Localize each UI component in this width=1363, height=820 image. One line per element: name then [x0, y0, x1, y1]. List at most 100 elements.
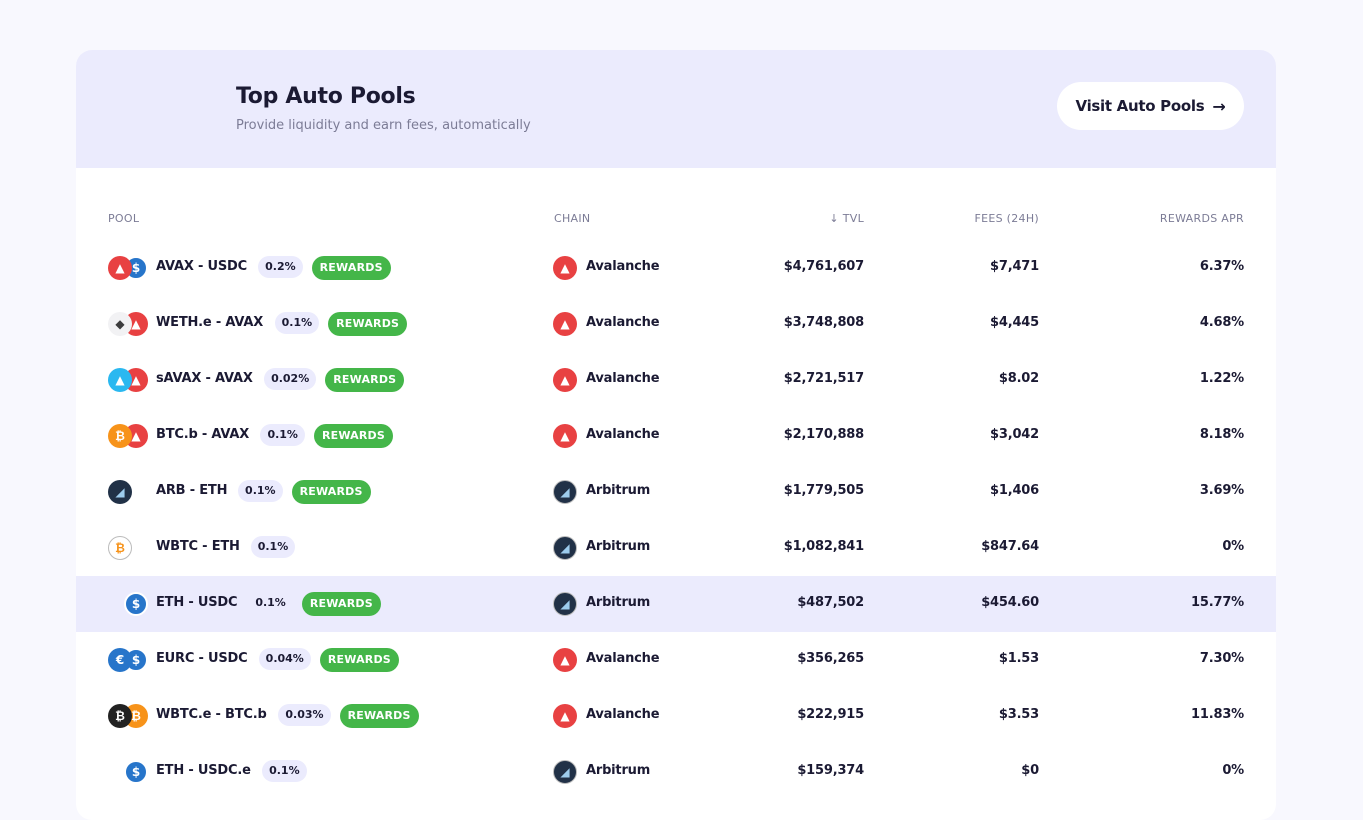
eth-icon: ◆: [108, 312, 132, 336]
wbtc-icon: ₿: [108, 536, 132, 560]
pool-pair-name: ETH - USDC: [156, 595, 238, 610]
table-row[interactable]: ₿ ▲ BTC.b - AVAX 0.1% REWARDS ▲ Avalanche $2,17…: [76, 408, 1276, 464]
rewards-apr-value: 11.83%: [1191, 707, 1244, 722]
column-header-pool[interactable]: POOL: [108, 212, 139, 225]
table-row[interactable]: $ ETH - USDC 0.1% REWARDS ◢ Arbitrum $487,502 $…: [76, 576, 1276, 632]
arbitrum-chain-icon: ◢: [553, 760, 577, 784]
table-row[interactable]: € $ EURC - USDC 0.04% REWARDS ▲ Avalanche $356,…: [76, 632, 1276, 688]
rewards-badge: REWARDS: [313, 424, 394, 448]
rewards-badge: REWARDS: [328, 312, 408, 336]
pool-pair-name: WBTC.e - BTC.b: [156, 707, 267, 722]
tvl-value: $356,265: [797, 651, 864, 666]
auto-pools-card: Top Auto Pools Provide liquidity and ear…: [76, 50, 1276, 820]
table-row[interactable]: $ ETH - USDC.e 0.1% ◢ Arbitrum $159,374 $0 0%: [76, 744, 1276, 800]
rewards-apr-value: 0%: [1222, 763, 1244, 778]
table-header: POOL CHAIN ↓ TVL FEES (24H) REWARDS APR: [76, 212, 1276, 228]
rewards-apr-value: 8.18%: [1199, 427, 1244, 442]
avalanche-chain-icon: ▲: [553, 368, 577, 392]
pair-icons: ₿: [108, 536, 148, 560]
fees-value: $4,445: [990, 315, 1039, 330]
fee-tier-badge: 0.2%: [258, 256, 303, 278]
column-header-rewards-apr[interactable]: REWARDS APR: [1160, 212, 1244, 225]
chain-name: Avalanche: [586, 371, 660, 386]
page-subtitle: Provide liquidity and earn fees, automat…: [236, 118, 531, 133]
fee-tier-badge: 0.1%: [262, 760, 307, 782]
fee-tier-badge: 0.1%: [250, 536, 296, 558]
pool-pair-name: ARB - ETH: [156, 483, 228, 498]
table-row[interactable]: ▲ $ AVAX - USDC 0.2% REWARDS ▲ Avalanche $4,761…: [76, 240, 1276, 296]
fees-value: $3,042: [990, 427, 1039, 442]
arrow-right-icon: →: [1212, 96, 1226, 116]
pool-pair-name: EURC - USDC: [156, 651, 248, 666]
hero-banner: Top Auto Pools Provide liquidity and ear…: [76, 50, 1276, 168]
pair-icons: ₿ ▲: [108, 424, 148, 448]
chain-name: Avalanche: [586, 315, 660, 330]
column-header-chain[interactable]: CHAIN: [554, 212, 590, 225]
rewards-apr-value: 1.22%: [1199, 371, 1244, 386]
table-row[interactable]: ◆ ▲ WETH.e - AVAX 0.1% REWARDS ▲ Avalanche $3,7…: [76, 296, 1276, 352]
fee-tier-badge: 0.03%: [278, 704, 331, 726]
column-header-fees[interactable]: FEES (24H): [974, 212, 1039, 225]
chain-name: Avalanche: [586, 259, 660, 274]
avalanche-chain-icon: ▲: [553, 648, 577, 672]
tvl-value: $2,170,888: [783, 427, 864, 442]
pair-icons: € $: [108, 648, 148, 672]
pool-pair-name: WBTC - ETH: [156, 539, 240, 554]
usdc-icon: $: [124, 760, 148, 784]
visit-auto-pools-button[interactable]: Visit Auto Pools →: [1057, 82, 1244, 130]
table-row[interactable]: ▲ ▲ sAVAX - AVAX 0.02% REWARDS ▲ Avalanche $2,7…: [76, 352, 1276, 408]
tvl-value: $1,779,505: [783, 483, 864, 498]
fee-tier-badge: 0.1%: [274, 312, 320, 334]
tvl-value: $487,502: [797, 595, 864, 610]
rewards-badge: REWARDS: [311, 256, 391, 280]
visit-auto-pools-label: Visit Auto Pools: [1075, 97, 1205, 115]
table-row[interactable]: ₿ ₿ WBTC.e - BTC.b 0.03% REWARDS ▲ Avalanche $2…: [76, 688, 1276, 744]
arbitrum-chain-icon: ◢: [553, 592, 577, 616]
chain-name: Avalanche: [586, 427, 660, 442]
pool-pair-name: WETH.e - AVAX: [156, 315, 264, 330]
pair-icons: ◆ ▲: [108, 312, 148, 336]
fees-value: $454.60: [981, 595, 1039, 610]
pools-table-body: ▲ $ AVAX - USDC 0.2% REWARDS ▲ Avalanche $4,761…: [76, 240, 1276, 800]
arbitrum-chain-icon: ◢: [553, 480, 577, 504]
usdc-icon: $: [124, 592, 148, 616]
pool-pair-name: AVAX - USDC: [156, 259, 247, 274]
table-row[interactable]: ₿ WBTC - ETH 0.1% ◢ Arbitrum $1,082,841 $847.6…: [76, 520, 1276, 576]
tvl-value: $4,761,607: [783, 259, 864, 274]
pair-icons: ▲ $: [108, 256, 148, 280]
arb-icon: ◢: [108, 480, 132, 504]
pair-icons: ▲ ▲: [108, 368, 148, 392]
rewards-badge: REWARDS: [339, 704, 419, 728]
savax-icon: ▲: [108, 368, 132, 392]
fees-value: $7,471: [990, 259, 1039, 274]
wbtc-e-icon: ₿: [108, 704, 132, 728]
tvl-value: $2,721,517: [783, 371, 864, 386]
tvl-value: $159,374: [797, 763, 864, 778]
fees-value: $1.53: [998, 651, 1039, 666]
pair-icons: ◢: [108, 480, 148, 504]
rewards-badge: REWARDS: [325, 368, 405, 392]
tvl-value: $1,082,841: [783, 539, 864, 554]
tvl-value: $222,915: [797, 707, 864, 722]
pool-pair-name: BTC.b - AVAX: [156, 427, 250, 442]
fees-value: $847.64: [981, 539, 1039, 554]
chain-name: Arbitrum: [586, 595, 651, 610]
avax-icon: ▲: [108, 256, 132, 280]
table-row[interactable]: ◢ ARB - ETH 0.1% REWARDS ◢ Arbitrum $1,779,505…: [76, 464, 1276, 520]
chain-name: Avalanche: [586, 651, 660, 666]
pair-icons: $: [108, 592, 148, 616]
chain-name: Arbitrum: [586, 483, 651, 498]
rewards-apr-value: 6.37%: [1199, 259, 1244, 274]
fee-tier-badge: 0.1%: [260, 424, 305, 446]
avalanche-chain-icon: ▲: [553, 704, 577, 728]
chain-name: Avalanche: [586, 707, 660, 722]
column-header-tvl[interactable]: ↓ TVL: [829, 212, 864, 225]
chain-name: Arbitrum: [586, 539, 651, 554]
page-title: Top Auto Pools: [236, 84, 416, 109]
rewards-apr-value: 0%: [1222, 539, 1244, 554]
chain-name: Arbitrum: [586, 763, 651, 778]
rewards-apr-value: 7.30%: [1199, 651, 1244, 666]
avalanche-chain-icon: ▲: [553, 312, 577, 336]
fees-value: $1,406: [990, 483, 1039, 498]
fee-tier-badge: 0.04%: [258, 648, 311, 670]
